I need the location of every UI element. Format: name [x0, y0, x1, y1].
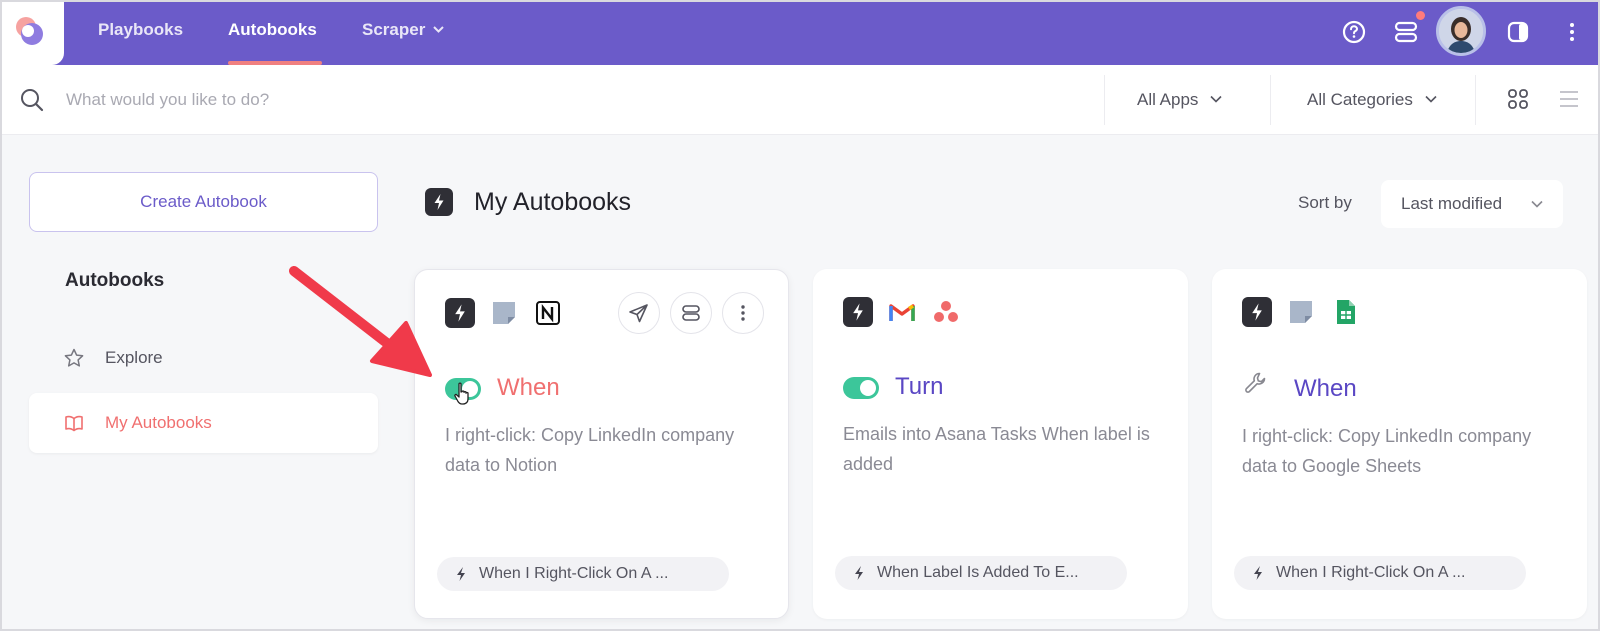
divider	[1475, 75, 1476, 125]
automations-icon[interactable]	[1390, 16, 1422, 48]
bolt-glyph	[1252, 303, 1262, 321]
create-autobook-button[interactable]: Create Autobook	[29, 172, 378, 232]
sort-value: Last modified	[1401, 194, 1503, 213]
user-avatar-icon	[1439, 9, 1483, 53]
sidebar-item-my-autobooks[interactable]: My Autobooks	[29, 393, 378, 453]
share-button[interactable]	[618, 292, 660, 334]
help-icon[interactable]	[1338, 16, 1370, 48]
sticky-note-icon	[1290, 301, 1312, 323]
chevron-down-icon	[1210, 95, 1223, 103]
card-description: I right-click: Copy LinkedIn company dat…	[1242, 426, 1532, 476]
page-title: My Autobooks	[474, 188, 632, 216]
send-icon	[629, 304, 648, 323]
tab-scraper[interactable]: Scraper	[362, 20, 445, 40]
notification-dot	[1416, 11, 1425, 20]
sticky-note-icon	[493, 302, 515, 324]
automations-button[interactable]	[670, 292, 712, 334]
trigger-label: When I Right-Click On A ...	[1276, 564, 1466, 581]
hand-cursor-icon	[454, 382, 469, 405]
lightning-bolt-icon	[425, 188, 453, 216]
more-options-button[interactable]	[722, 292, 764, 334]
notion-icon	[536, 301, 560, 325]
sort-by-dropdown[interactable]: Last modified	[1381, 180, 1563, 228]
bolt-glyph	[853, 303, 863, 321]
bolt-icon	[457, 567, 465, 581]
trigger-label: When Label Is Added To E...	[877, 564, 1079, 581]
chevron-down-icon	[1531, 200, 1543, 208]
all-apps-label: All Apps	[1137, 90, 1199, 109]
divider	[1104, 75, 1105, 125]
top-navigation-bar: Playbooks Autobooks Scraper	[0, 0, 1600, 65]
panel-toggle-icon[interactable]	[1502, 16, 1534, 48]
tab-playbooks[interactable]: Playbooks	[98, 20, 183, 40]
enable-toggle[interactable]	[843, 377, 879, 399]
card-description: Emails into Asana Tasks When label is ad…	[843, 424, 1150, 474]
autobook-card[interactable]: When I right-click: Copy LinkedIn compan…	[1212, 269, 1587, 619]
chevron-down-icon	[433, 26, 445, 33]
tab-autobooks[interactable]: Autobooks	[228, 20, 317, 40]
trigger-badge: When I Right-Click On A ...	[437, 557, 729, 591]
logo-container	[0, 0, 64, 65]
bolt-icon	[855, 566, 863, 580]
automations-icon	[682, 305, 700, 321]
avatar[interactable]	[1436, 6, 1486, 56]
trigger-badge: When I Right-Click On A ...	[1234, 556, 1526, 590]
bolt-icon	[1254, 566, 1262, 580]
bolt-icon	[843, 297, 873, 327]
tab-scraper-label: Scraper	[362, 20, 426, 39]
book-icon	[65, 415, 83, 432]
sidebar-item-label: My Autobooks	[105, 413, 212, 432]
sidebar-item-label: Explore	[105, 348, 163, 367]
star-icon	[64, 348, 84, 367]
card-description: I right-click: Copy LinkedIn company dat…	[445, 425, 735, 475]
google-sheets-icon	[1337, 300, 1355, 324]
bolt-icon	[1242, 297, 1272, 327]
chevron-down-icon	[1425, 95, 1437, 103]
annotation-arrow-icon	[289, 266, 432, 377]
card-title[interactable]: When	[497, 374, 560, 402]
trigger-label: When I Right-Click On A ...	[479, 565, 669, 582]
all-apps-dropdown[interactable]: All Apps	[1137, 90, 1223, 110]
grid-view-icon[interactable]	[1506, 87, 1530, 111]
all-categories-dropdown[interactable]: All Categories	[1307, 90, 1437, 110]
bolt-glyph	[434, 194, 444, 210]
gmail-icon	[889, 304, 915, 321]
autobook-card[interactable]: Turn Emails into Asana Tasks When label …	[813, 269, 1188, 619]
card-title[interactable]: Turn	[895, 373, 943, 401]
trigger-badge: When Label Is Added To E...	[835, 556, 1127, 590]
autobook-card[interactable]: When I right-click: Copy LinkedIn compan…	[414, 269, 789, 619]
app-logo-icon[interactable]	[12, 14, 46, 48]
more-vertical-icon	[741, 305, 745, 321]
sidebar-section-title: Autobooks	[65, 270, 165, 291]
search-icon	[21, 89, 44, 112]
more-vertical-icon[interactable]	[1556, 16, 1588, 48]
divider	[1270, 75, 1271, 125]
asana-icon	[934, 301, 958, 322]
search-bar: All Apps All Categories	[0, 65, 1600, 135]
wrench-icon[interactable]	[1242, 369, 1270, 397]
card-title[interactable]: When	[1294, 375, 1357, 403]
list-view-icon[interactable]	[1558, 88, 1580, 110]
sort-by-label: Sort by	[1298, 193, 1352, 212]
all-categories-label: All Categories	[1307, 90, 1413, 109]
search-input[interactable]	[66, 85, 966, 115]
